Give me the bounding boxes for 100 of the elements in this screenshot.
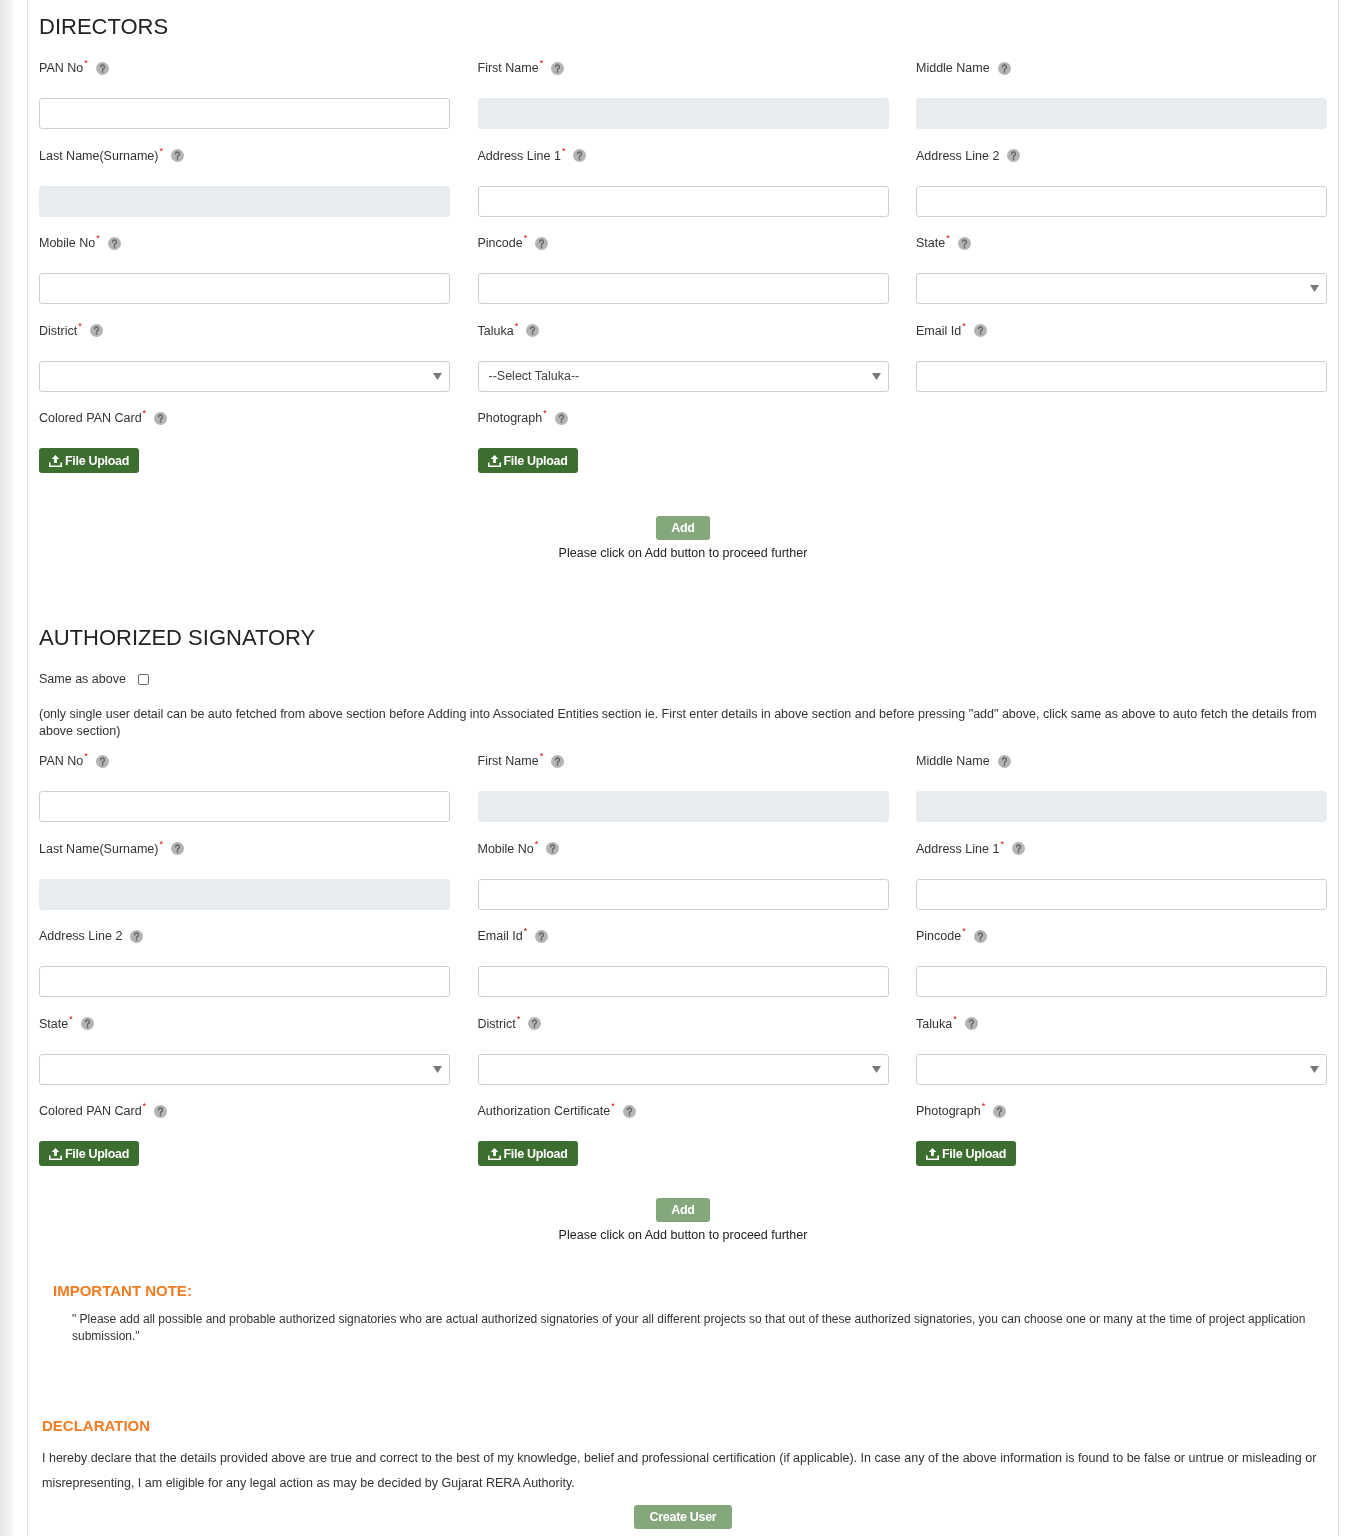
- help-icon[interactable]: [95, 754, 109, 768]
- help-icon[interactable]: [526, 324, 540, 337]
- section-heading: DIRECTORS: [39, 13, 169, 41]
- help-icon[interactable]: [89, 324, 103, 337]
- dropdown-field[interactable]: [39, 1053, 450, 1085]
- file-upload-button[interactable]: File Upload: [477, 448, 578, 473]
- input-field[interactable]: [39, 791, 450, 822]
- help-icon[interactable]: [130, 929, 144, 943]
- dropdown-field[interactable]: [916, 1053, 1327, 1085]
- required-mark: *: [159, 146, 163, 156]
- help-icon[interactable]: [573, 149, 587, 162]
- dropdown-field[interactable]: --Select Taluka--: [477, 360, 889, 392]
- help-icon[interactable]: [964, 1017, 978, 1030]
- required-mark: *: [142, 1102, 147, 1111]
- input-field[interactable]: [916, 185, 1327, 217]
- help-icon[interactable]: [973, 324, 987, 337]
- field-label: Taluka: [477, 323, 514, 338]
- checkbox[interactable]: [137, 673, 149, 685]
- file-upload-button[interactable]: File Upload: [39, 1141, 140, 1166]
- declaration-text: I hereby declare that the details provided above are true and correct to the best of my knowledge, belief and professional certification (if applicable). In case any of the above information is found to be false or untrue or misleading or misrepresenting, I am eligible for any legal action as may be decided by Gujarat RERA Authority.: [42, 1449, 1318, 1492]
- input-field[interactable]: [477, 273, 889, 304]
- help-icon[interactable]: [535, 236, 549, 250]
- field-label: Colored PAN Card: [39, 411, 142, 425]
- input-field[interactable]: [477, 966, 889, 997]
- help-icon[interactable]: [1011, 842, 1025, 855]
- help-icon[interactable]: [171, 842, 184, 855]
- field-label: Email Id: [477, 929, 523, 943]
- required-mark: *: [539, 752, 544, 761]
- field-label: Photograph: [916, 1104, 981, 1118]
- help-icon[interactable]: [997, 754, 1011, 768]
- required-mark: *: [516, 1014, 521, 1024]
- input-field[interactable]: [39, 98, 450, 129]
- caret-icon: [433, 372, 442, 380]
- note-text: " Please add all possible and probable authorized signatories who are actual authorized signatories of your all different projects so that out of these authorized signatories, you can choose one or many at the time of project application submission.": [72, 1311, 1307, 1345]
- caret-icon: [1310, 1065, 1319, 1073]
- help-icon[interactable]: [535, 929, 549, 943]
- input-field[interactable]: [39, 273, 450, 304]
- input-field[interactable]: [39, 966, 450, 997]
- input-field[interactable]: [916, 966, 1327, 997]
- help-icon[interactable]: [154, 411, 168, 425]
- field-label: Mobile No: [477, 841, 534, 856]
- required-mark: *: [543, 409, 547, 418]
- required-mark: *: [523, 234, 528, 243]
- upload-icon: [49, 454, 62, 467]
- declaration-heading: DECLARATION: [42, 1416, 151, 1436]
- input-field[interactable]: [916, 360, 1327, 392]
- field-label: Photograph: [477, 411, 543, 425]
- help-icon[interactable]: [554, 411, 568, 425]
- file-upload-button[interactable]: File Upload: [39, 448, 140, 473]
- upload-icon: [487, 1147, 501, 1160]
- dropdown-field[interactable]: [39, 360, 450, 392]
- required-mark: *: [962, 321, 966, 331]
- input-field[interactable]: [477, 878, 889, 910]
- help-icon[interactable]: [171, 149, 184, 162]
- field-label: Address Line 1: [477, 148, 561, 163]
- help-icon[interactable]: [154, 1104, 168, 1118]
- required-mark: *: [962, 927, 966, 936]
- caret-icon: [433, 1065, 442, 1073]
- field-label: Middle Name: [916, 754, 990, 768]
- field-label: Taluka: [916, 1016, 953, 1031]
- required-mark: *: [78, 321, 82, 331]
- help-icon[interactable]: [622, 1104, 636, 1118]
- caret-icon: [871, 1065, 881, 1073]
- dropdown-field[interactable]: [477, 1053, 889, 1085]
- help-icon[interactable]: [546, 842, 560, 855]
- required-mark: *: [534, 839, 539, 849]
- field-label: District: [477, 1016, 516, 1031]
- caret-icon: [871, 372, 881, 380]
- help-icon[interactable]: [80, 1017, 94, 1030]
- note-text: (only single user detail can be auto fetched from above section before Adding into Associated Entities section ie. First enter details in above section and before pressing "add" above, click same as above to auto fetch the details from above section): [39, 706, 1318, 740]
- field-label: Email Id: [916, 323, 962, 338]
- help-icon[interactable]: [957, 236, 971, 250]
- add-hint-text: Please click on Add button to proceed further: [558, 1227, 808, 1243]
- help-icon[interactable]: [997, 61, 1011, 75]
- field-label: PAN No: [39, 754, 84, 768]
- help-icon[interactable]: [551, 754, 565, 768]
- help-icon[interactable]: [107, 236, 121, 250]
- dropdown-field[interactable]: [916, 273, 1327, 304]
- input-field[interactable]: [916, 878, 1327, 910]
- help-icon[interactable]: [95, 61, 109, 75]
- required-mark: *: [514, 321, 519, 331]
- help-icon[interactable]: [528, 1017, 542, 1030]
- help-icon[interactable]: [551, 61, 565, 75]
- field-label: District: [39, 323, 78, 338]
- upload-icon: [926, 1147, 939, 1160]
- help-icon[interactable]: [973, 929, 987, 943]
- help-icon[interactable]: [993, 1104, 1007, 1118]
- field-label: Address Line 1: [916, 841, 1000, 856]
- input-field[interactable]: [477, 185, 889, 217]
- required-mark: *: [946, 234, 950, 243]
- field-label: Address Line 2: [916, 148, 1000, 163]
- required-mark: *: [69, 1014, 73, 1024]
- field-label: First Name: [477, 61, 539, 75]
- caret-icon: [1310, 285, 1319, 292]
- required-mark: *: [96, 234, 100, 243]
- file-upload-button[interactable]: File Upload: [477, 1141, 578, 1166]
- field-label: Colored PAN Card: [39, 1104, 142, 1118]
- field-label: Authorization Certificate: [477, 1104, 611, 1118]
- help-icon[interactable]: [1007, 149, 1021, 162]
- file-upload-button[interactable]: File Upload: [916, 1141, 1017, 1166]
